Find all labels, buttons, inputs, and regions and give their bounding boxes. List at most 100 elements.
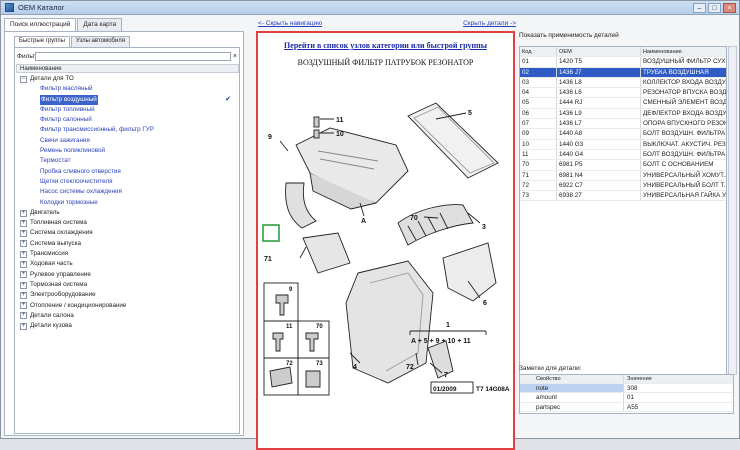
tree-item[interactable]: Фильтр масляный [16,84,239,94]
part-code: 07 [520,119,557,129]
parts-scrollbar[interactable] [728,46,737,375]
tree-item[interactable]: Термостат [16,156,239,166]
table-row[interactable]: 04 1436 L6 РЕЗОНАТОР ВПУСКА ВОЗД... [520,88,726,99]
callout-a: A [361,218,366,225]
part-code: 10 [520,139,557,149]
tab-vehicle-units[interactable]: Узлы автомобиля [70,36,130,47]
hide-details-link[interactable]: Скрыть детали -> [463,20,516,27]
expand-icon[interactable]: + [20,209,27,217]
filter-input[interactable] [35,52,231,61]
tree-group-label: Система охлаждения [30,229,93,237]
expand-icon[interactable]: + [20,302,27,310]
tree-group[interactable]: + Рулевое управление [16,270,239,280]
details-panel: Показать применимость деталей Код OEM На… [516,18,739,438]
collapse-icon[interactable]: − [20,75,27,83]
part-oem: 1436 L7 [557,119,641,129]
part-name: ДЕФЛЕКТОР ВХОДА ВОЗДУ... [643,109,726,117]
table-row[interactable]: partspec A55 [520,402,733,412]
parts-table-header: Код OEM Наименование [520,47,726,58]
callout-9: 9 [268,134,272,141]
maximize-button[interactable]: □ [708,2,721,13]
part-oem: 1436 L8 [557,77,641,88]
tree-group[interactable]: + Система выпуска [16,239,239,249]
table-row[interactable]: 02 1436 J7 ТРУБКА ВОЗДУШНАЯ [520,67,726,78]
table-row[interactable]: 11 1440 G4 БОЛТ ВОЗДУШН. ФИЛЬТРА... [520,149,726,161]
callout-4: 4 [353,364,357,371]
tree-item-label: Фильтр трансмиссионный, фильтр ГУР [40,126,154,134]
tree-group[interactable]: − Детали для ТО [16,74,239,84]
table-row[interactable]: note 308 [520,384,733,394]
table-row[interactable]: 73 6938 27 УНИВЕРСАЛЬНАЯ ГАЙКА У... [520,191,726,202]
expand-icon[interactable]: + [20,312,27,320]
expand-icon[interactable]: + [20,219,27,227]
tree-item[interactable]: Фильтр воздушный ✔ [16,94,239,105]
tree-group[interactable]: + Топливная система [16,218,239,228]
clear-filter-icon[interactable]: × [233,52,237,61]
expand-icon[interactable]: + [20,271,27,279]
tree-group[interactable]: + Ходовая часть [16,259,239,269]
col-code[interactable]: Код [520,47,557,57]
table-row[interactable]: 051444 RJСМЕННЫЙ ЭЛЕМЕНТ ВОЗДУ... [520,98,726,109]
expand-icon[interactable]: + [20,240,27,248]
tree-group[interactable]: + Электрооборудование [16,290,239,300]
tree-group[interactable]: + Тормозная система [16,280,239,290]
table-row[interactable]: 70 6981 P5 БОЛТ С ОСНОВАНИЕМ [520,160,726,171]
tree-group[interactable]: + Система охлаждения [16,228,239,238]
table-row[interactable]: 01 1420 T5 ВОЗДУШНЫЙ ФИЛЬТР СУХ... [520,57,726,68]
tree-group-label: Отопление / кондиционирование [30,301,127,309]
table-row[interactable]: 06 1436 L9 ДЕФЛЕКТОР ВХОДА ВОЗДУ... [520,108,726,120]
part-code: 11 [520,149,557,160]
expand-icon[interactable]: + [20,260,27,268]
tree-group-label: Тормозная система [30,280,88,288]
tree-column-header: Наименование [16,64,239,73]
parts-illustration: Перейти в список узлов категории или быс… [256,31,515,450]
col-value: Значение [627,376,652,382]
tree-item[interactable]: Ремень поликлиновой [16,146,239,156]
tree-group[interactable]: + Двигатель [16,208,239,218]
tree-item[interactable]: Фильтр трансмиссионный, фильтр ГУР [16,125,239,135]
title-bar: OEM Каталог – □ × [1,1,739,15]
close-button[interactable]: × [723,2,736,13]
table-row[interactable]: 09 1440 A8 БОЛТ ВОЗДУШН. ФИЛЬТРА... [520,129,726,140]
tab-illustration-search[interactable]: Поиск иллюстраций [4,18,77,31]
tree-item[interactable]: Фильтр топливный [16,105,239,115]
col-oem[interactable]: OEM [557,47,641,57]
expand-icon[interactable]: + [20,281,27,289]
tree-group[interactable]: + Трансмиссия [16,249,239,259]
expand-icon[interactable]: + [20,250,27,258]
exploded-diagram: 11 10 9 5 70 3 A 6 71 4 72 7 1 A + 5 + 9… [262,102,510,396]
part-oem: 1436 L9 [557,108,641,119]
expand-icon[interactable]: + [20,322,27,330]
part-oem: 6938 27 [557,191,641,201]
tree-item[interactable]: Щетки стеклоочистителя [16,177,239,187]
expand-icon[interactable]: + [20,230,27,238]
tree-item[interactable]: Фильтр салонный [16,115,239,125]
tab-quick-groups[interactable]: Быстрые группы [14,36,70,47]
col-name[interactable]: Наименование [641,47,726,56]
part-name: БОЛТ С ОСНОВАНИЕМ [643,161,714,169]
tree-item[interactable]: Колодки тормозные [16,198,239,208]
notes-table-header: Свойство Значение [520,375,733,385]
expand-icon[interactable]: + [20,291,27,299]
table-row[interactable]: 71 6981 N4 УНИВЕРСАЛЬНЫЙ ХОМУТ... [520,170,726,181]
tree-group[interactable]: + Отопление / кондиционирование [16,301,239,311]
table-row[interactable]: amount 01 [520,393,733,403]
tree-item[interactable]: Насос системы охлаждения [16,187,239,197]
table-row[interactable]: 72 6922 C7 УНИВЕРСАЛЬНЫЙ БОЛТ Т... [520,180,726,192]
tab-data-card[interactable]: Дата карта [77,18,123,31]
applicability-label[interactable]: Показать применимость деталей [519,32,619,39]
table-row[interactable]: 10 1440 G3 ВЫКЛЮЧАТ. АКУСТИЧ. РЕЗ... [520,139,726,150]
tree-group[interactable]: + Детали салона [16,311,239,321]
minimize-button[interactable]: – [693,2,706,13]
tree-item[interactable]: Пробка сливного отверстия [16,167,239,177]
property-key: partspec [520,402,624,411]
table-row[interactable]: 07 1436 L7 ОПОРА ВПУСКНОГО РЕЗОН... [520,119,726,130]
callout-3: 3 [482,224,486,231]
tree-item-label: Пробка сливного отверстия [40,167,121,175]
hide-navigation-link[interactable]: <- Скрыть навигацию [258,20,322,27]
tree-group-label: Детали для ТО [30,75,74,82]
tree-item[interactable]: Свечи зажигания [16,136,239,146]
tree-group[interactable]: + Детали кузова [16,321,239,331]
part-name: УНИВЕРСАЛЬНЫЙ БОЛТ Т... [643,181,726,189]
table-row[interactable]: 03 1436 L8 КОЛЛЕКТОР ВХОДА ВОЗДУ... [520,77,726,89]
